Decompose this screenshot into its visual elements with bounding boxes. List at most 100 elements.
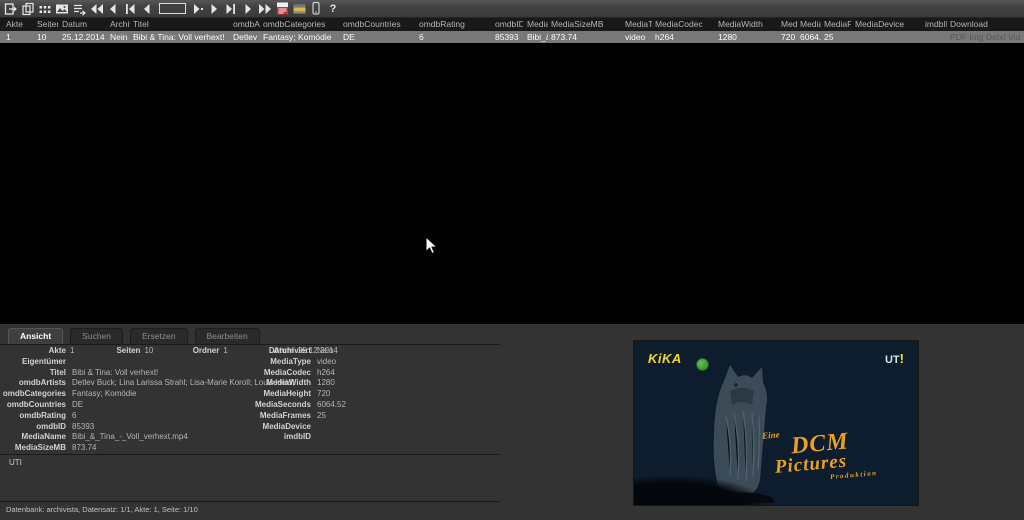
form-right-column: ArchiviertNeinMediaTypevideoMediaCodech2…: [200, 346, 500, 443]
image-view-icon[interactable]: [54, 1, 70, 17]
table-cell: Bibi_&_: [527, 32, 548, 42]
column-header[interactable]: Archivi: [110, 19, 130, 29]
production-credit: Eine DCM Pictures Produktion: [760, 422, 878, 487]
table-cell: 25.12.2014: [62, 32, 106, 42]
column-header[interactable]: Datum: [62, 19, 106, 29]
field-label: MediaType: [200, 357, 311, 368]
table-cell: 85393: [495, 32, 523, 42]
table-cell: Detlev Buc: [233, 32, 260, 42]
status-bar: Datenbank: archivista, Datensatz: 1/1, A…: [6, 505, 198, 514]
table-cell: Nein: [110, 32, 130, 42]
field-value: 1280: [317, 378, 335, 387]
field-label: MediaSizeMB: [0, 443, 66, 454]
next-fast-icon[interactable]: [257, 1, 273, 17]
exit-icon[interactable]: [3, 1, 19, 17]
column-header[interactable]: Seiten: [37, 19, 58, 29]
field-label: MediaHeight: [200, 389, 311, 400]
field-value: video: [317, 357, 336, 366]
field-value: 720: [317, 389, 330, 398]
prev-fast-icon[interactable]: [105, 1, 121, 17]
toolbar: ?: [0, 0, 1024, 18]
column-header[interactable]: omdbRating: [419, 19, 491, 29]
help-icon[interactable]: ?: [325, 1, 341, 17]
copy-icon[interactable]: [20, 1, 36, 17]
tab[interactable]: Ansicht: [8, 328, 63, 344]
first-record-icon[interactable]: [88, 1, 104, 17]
field-label: MediaFrames: [200, 411, 311, 422]
field-value: 85393: [72, 422, 94, 431]
field-label: omdbRating: [0, 411, 66, 422]
table-cell: 6: [419, 32, 491, 42]
rock-shadow: [634, 471, 784, 505]
table-cell: 10: [37, 32, 58, 42]
field-label: Titel: [0, 368, 66, 379]
export-pdf-icon[interactable]: [274, 1, 290, 17]
table-cell: 873.74: [551, 32, 621, 42]
next-single-icon[interactable]: [240, 1, 256, 17]
record-number-input[interactable]: [159, 3, 186, 14]
tab[interactable]: Suchen: [70, 328, 123, 344]
field-value: Bibi & Tina: Voll verhext!: [72, 368, 158, 377]
table-cell: 1280: [718, 32, 777, 42]
field-value: DE: [72, 400, 83, 409]
table-cell: 6064.52: [800, 32, 821, 42]
column-header[interactable]: MediaFrar: [824, 19, 851, 29]
tab-bar: Ansicht Suchen Ersetzen Bearbeiten: [8, 328, 260, 344]
record-end-icon[interactable]: [223, 1, 239, 17]
field-label: omdbCategories: [0, 389, 66, 400]
mobile-icon[interactable]: [308, 1, 324, 17]
tab[interactable]: Bearbeiten: [195, 328, 260, 344]
table-header: AkteSeitenDatumArchiviTitelomdbArtistomd…: [0, 18, 1024, 31]
column-header[interactable]: MediaSizeMB: [551, 19, 621, 29]
column-header[interactable]: Download: [950, 19, 1020, 29]
list-add-icon[interactable]: [71, 1, 87, 17]
column-header[interactable]: omdbArtist: [233, 19, 260, 29]
column-header[interactable]: omdbCategories: [263, 19, 339, 29]
column-header[interactable]: imdbID: [925, 19, 947, 29]
tab-separator: [0, 344, 500, 345]
page-viewport: [0, 43, 1024, 324]
field-value: h264: [317, 368, 335, 377]
prev-record-icon[interactable]: [139, 1, 155, 17]
bottom-panel: AnsichtSuchenErsetzenBearbeiten Akte1Sei…: [0, 324, 1024, 520]
column-header[interactable]: MediaCodec: [655, 19, 714, 29]
field-label: Seiten: [74, 346, 140, 357]
field-value: 873.74: [72, 443, 96, 452]
column-header[interactable]: omdbCountries: [343, 19, 415, 29]
table-row-selected[interactable]: 1 10 25.12.2014 NeinBibi & Tina: Voll verhe…: [0, 31, 1024, 43]
column-header[interactable]: MediaS: [800, 19, 821, 29]
field-label: MediaSeconds: [200, 400, 311, 411]
field-value: 6: [72, 411, 76, 420]
next-dot-icon[interactable]: [189, 1, 205, 17]
field-value: Bibi_&_Tina_-_Voll_verhext.mp4: [72, 432, 188, 441]
column-header[interactable]: MediaDevice: [855, 19, 921, 29]
field-label: omdbID: [0, 422, 66, 433]
tab[interactable]: Ersetzen: [130, 328, 188, 344]
record-start-icon[interactable]: [122, 1, 138, 17]
table-cell: 720: [781, 32, 797, 42]
kika-logo: KiKA: [648, 351, 682, 366]
table-cell: 1: [6, 32, 33, 42]
next-record-icon[interactable]: [206, 1, 222, 17]
table-cell: Bibi & Tina: Voll verhext!: [133, 32, 229, 42]
mouse-cursor: [425, 236, 438, 255]
column-header[interactable]: MediaWidth: [718, 19, 777, 29]
column-header[interactable]: MediaN: [527, 19, 548, 29]
field-value: Nein: [317, 346, 333, 355]
field-label: Akte: [0, 346, 66, 357]
field-value: Fantasy; Komödie: [72, 389, 136, 398]
kika-logo-dot: [696, 358, 709, 371]
field-label: MediaWidth: [200, 378, 311, 389]
table-cell: PDF Img Detxt Video: [950, 32, 1020, 42]
column-header[interactable]: Akte: [6, 19, 33, 29]
field-label: Archiviert: [200, 346, 311, 357]
field-value: 6064.52: [317, 400, 346, 409]
media-preview-image: KiKA UT! Eine DCM Pictures Produktion: [634, 341, 918, 505]
grid-view-icon[interactable]: [37, 1, 53, 17]
column-header[interactable]: Titel: [133, 19, 229, 29]
archive-icon[interactable]: [291, 1, 307, 17]
column-header[interactable]: omdbID: [495, 19, 523, 29]
uti-field[interactable]: UTI: [0, 454, 500, 502]
column-header[interactable]: MediaH: [781, 19, 797, 29]
column-header[interactable]: MediaTyp: [625, 19, 652, 29]
